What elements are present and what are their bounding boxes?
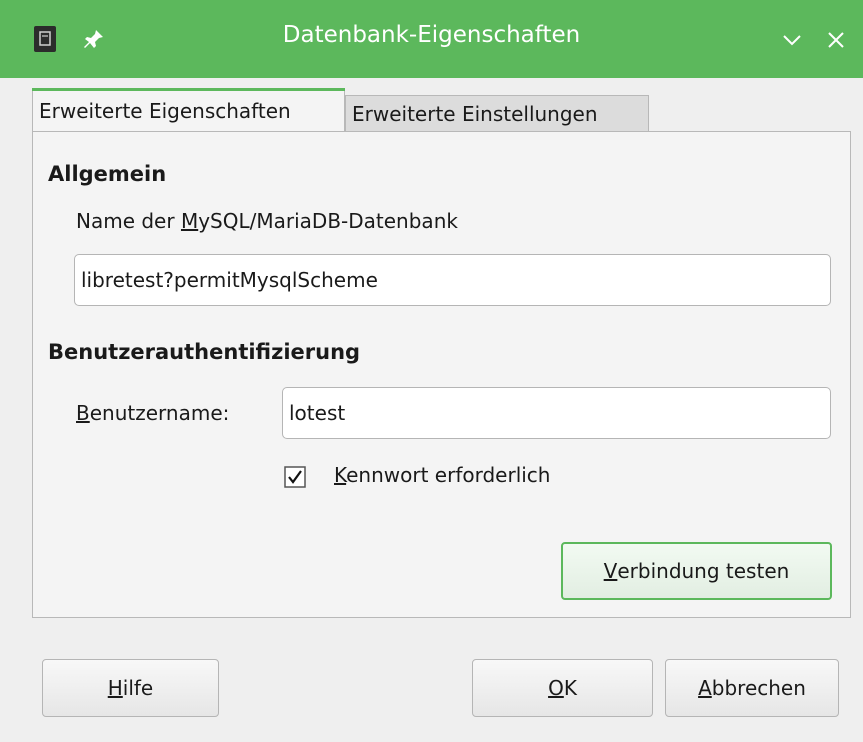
password-required-label[interactable]: Kennwort erforderlich [334,463,550,487]
window-title: Datenbank-Eigenschaften [282,22,581,48]
section-heading-auth: Benutzerauthentifizierung [48,340,361,364]
close-icon[interactable] [824,28,848,52]
database-name-input[interactable]: libretest?permitMysqlScheme [74,254,831,306]
tab-advanced-properties[interactable]: Erweiterte Eigenschaften [32,88,345,132]
username-value: lotest [289,401,346,425]
section-heading-general: Allgemein [48,162,167,186]
cancel-button[interactable]: Abbrechen [665,659,839,717]
ok-button[interactable]: OK [472,659,653,717]
chevron-down-icon[interactable] [780,28,804,52]
password-required-checkbox[interactable] [284,466,306,488]
tab-advanced-settings[interactable]: Erweiterte Einstellungen [345,95,649,132]
database-name-label: Name der MySQL/MariaDB-Datenbank [76,209,458,233]
window-titlebar: Datenbank-Eigenschaften [0,0,863,78]
database-name-value: libretest?permitMysqlScheme [81,268,378,292]
username-input[interactable]: lotest [282,387,831,439]
test-connection-button[interactable]: Verbindung testen [561,542,832,600]
username-label: Benutzername: [76,401,230,425]
help-button[interactable]: Hilfe [42,659,219,717]
